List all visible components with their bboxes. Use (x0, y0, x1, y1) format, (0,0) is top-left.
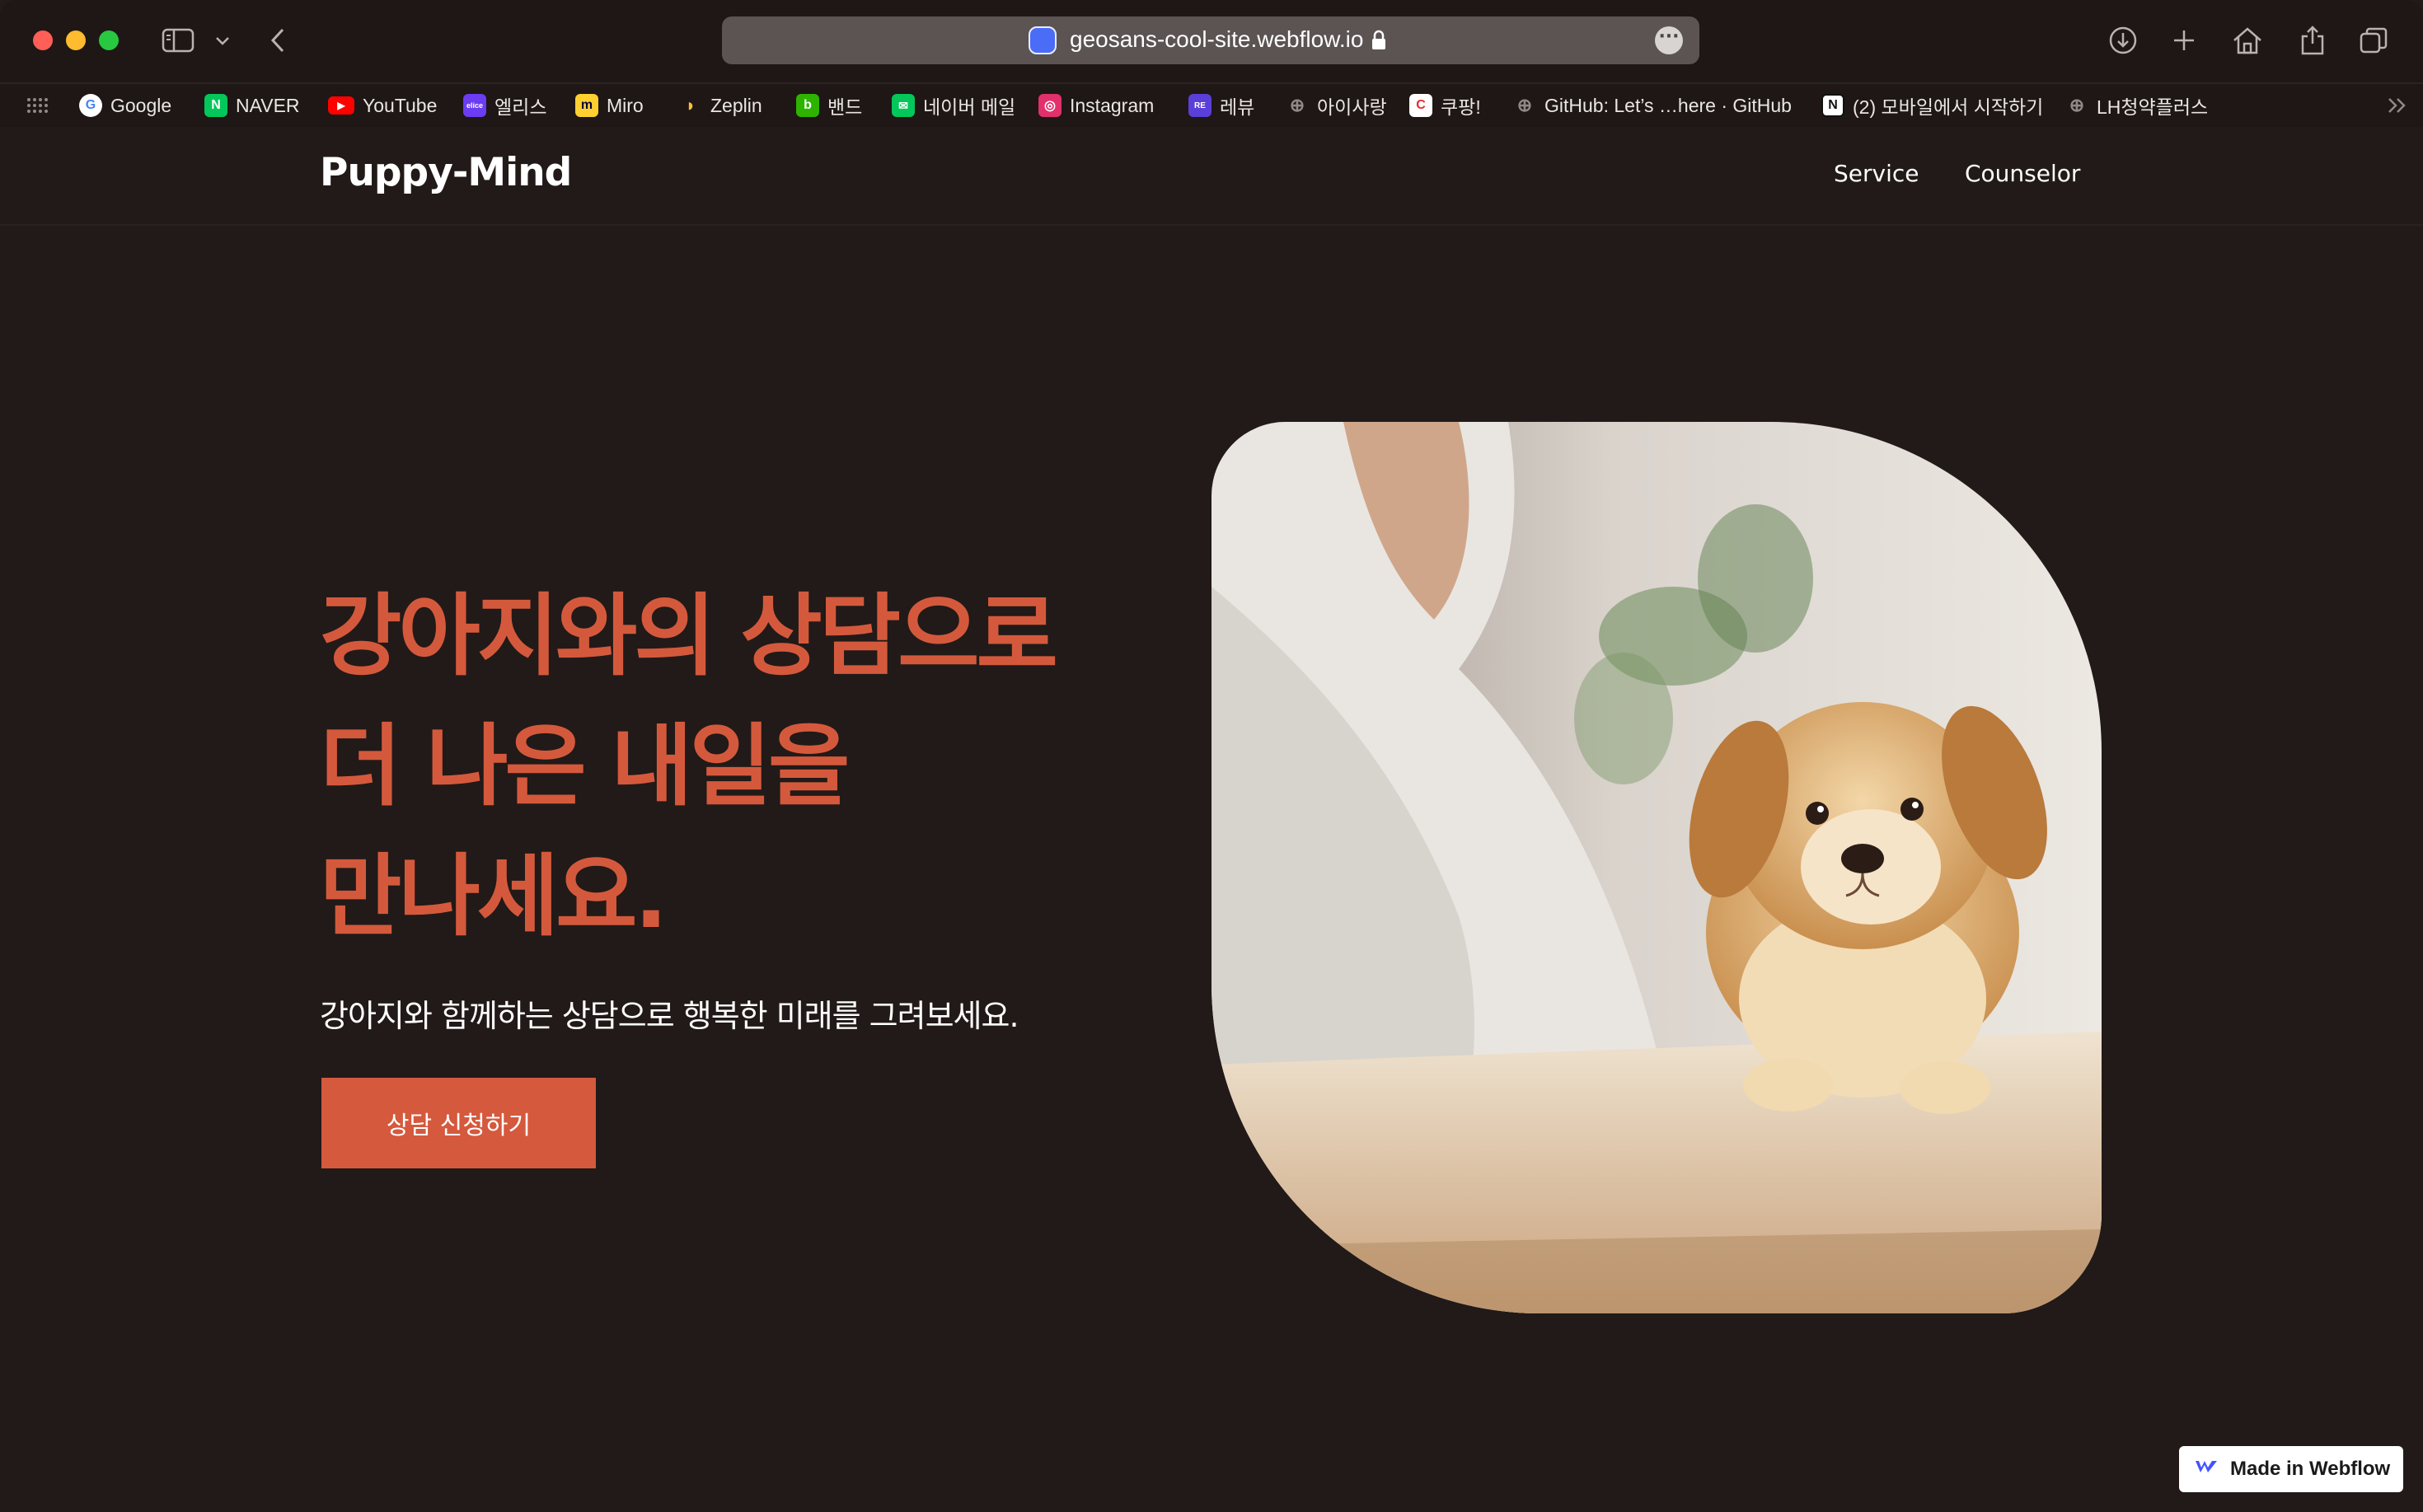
zeplin-icon: ◗ (685, 95, 696, 115)
bookmark-label: NAVER (236, 94, 300, 116)
instagram-icon: ◎ (1038, 94, 1062, 117)
bookmark-notion[interactable]: N (2) 모바일에서 시작하기 (1821, 92, 2043, 119)
hero-title-line: 강아지와의 상담으로 (320, 585, 1058, 688)
bookmark-aisarang[interactable]: ⊕ 아이사랑 (1286, 92, 1387, 119)
chevron-down-icon[interactable] (213, 21, 232, 59)
band-icon: b (796, 94, 819, 117)
bookmark-label: LH청약플러스 (2097, 96, 2209, 118)
bookmark-youtube[interactable]: ▶ YouTube (328, 92, 437, 119)
bookmark-label: Miro (607, 94, 644, 116)
bookmark-label: 쿠팡! (1441, 96, 1481, 118)
bookmark-label: 엘리스 (494, 96, 547, 118)
bookmark-label: YouTube (363, 94, 438, 116)
hero-title: 강아지와의 상담으로 더 나은 내일을 만나세요. (320, 572, 1127, 962)
nav-link-service[interactable]: Service (1834, 160, 1919, 187)
bookmark-google[interactable]: G Google (79, 92, 171, 119)
back-icon[interactable] (265, 21, 290, 59)
bookmark-band[interactable]: b 밴드 (796, 92, 862, 119)
bookmarks-overflow-icon[interactable] (2387, 92, 2408, 119)
consultation-request-button[interactable]: 상담 신청하기 (321, 1078, 596, 1168)
globe-icon: ⊕ (2069, 95, 2085, 115)
youtube-icon: ▶ (328, 96, 354, 115)
miro-icon: m (575, 94, 598, 117)
lock-icon (1371, 30, 1386, 51)
coupang-icon: C (1409, 94, 1432, 117)
bookmark-instagram[interactable]: ◎ Instagram (1038, 92, 1154, 119)
bookmark-revu[interactable]: RE 레뷰 (1188, 92, 1254, 119)
hero-title-line: 만나세요. (320, 845, 668, 948)
bookmark-zeplin[interactable]: ◗ Zeplin (679, 92, 762, 119)
bookmark-label: Instagram (1070, 94, 1155, 116)
badge-label: Made in Webflow (2230, 1458, 2391, 1480)
new-tab-icon[interactable] (2168, 21, 2200, 59)
globe-icon: ⊕ (1289, 95, 1305, 115)
tabs-overview-icon[interactable] (2357, 21, 2390, 59)
bookmarks-bar: G Google N NAVER ▶ YouTube elice 엘리스 m Miro ◗… (0, 84, 2423, 127)
naver-mail-icon: ✉ (892, 94, 915, 117)
bookmark-label: GitHub: Let’s …here · GitHub (1544, 94, 1792, 116)
bookmark-lh[interactable]: ⊕ LH청약플러스 (2065, 92, 2208, 119)
made-in-webflow-badge[interactable]: Made in Webflow (2179, 1446, 2403, 1492)
hero-subtitle: 강아지와 함께하는 상담으로 행복한 미래를 그려보세요. (320, 998, 1019, 1034)
bookmark-label: 레뷰 (1220, 96, 1255, 118)
bookmark-coupang[interactable]: C 쿠팡! (1409, 92, 1481, 119)
sidebar-toggle-icon[interactable] (160, 21, 196, 59)
bookmark-label: 밴드 (827, 96, 863, 118)
bookmark-github[interactable]: ⊕ GitHub: Let’s …here · GitHub (1513, 92, 1792, 119)
bookmark-label: (2) 모바일에서 시작하기 (1853, 96, 2044, 118)
site-logo[interactable]: Puppy-Mind (320, 150, 572, 195)
puppy-counseling-illustration (1212, 422, 2102, 1313)
hero-title-line: 더 나은 내일을 (320, 715, 850, 818)
hero-puppy-image (1212, 422, 2102, 1313)
close-window-button[interactable] (33, 30, 53, 50)
download-icon[interactable] (2107, 21, 2139, 59)
bookmark-label: 네이버 메일 (923, 96, 1016, 118)
site-favicon-icon (1029, 26, 1057, 54)
nav-divider (0, 224, 2423, 226)
apps-grid-icon[interactable] (26, 92, 48, 119)
google-icon: G (79, 94, 102, 117)
browser-toolbar: geosans-cool-site.webflow.io ··· (0, 0, 2423, 82)
notion-icon: N (1821, 94, 1844, 117)
bookmark-naver-mail[interactable]: ✉ 네이버 메일 (892, 92, 1015, 119)
minimize-window-button[interactable] (66, 30, 86, 50)
bookmark-label: 아이사랑 (1317, 96, 1387, 118)
bookmark-label: Google (110, 94, 172, 116)
address-bar[interactable]: geosans-cool-site.webflow.io ··· (722, 16, 1699, 64)
share-icon[interactable] (2296, 21, 2329, 59)
bookmark-naver[interactable]: N NAVER (204, 92, 300, 119)
revu-icon: RE (1188, 94, 1212, 117)
nav-link-counselor[interactable]: Counselor (1965, 160, 2080, 187)
web-page: Puppy-Mind Service Counselor 강아지와의 상담으로 … (0, 127, 2423, 1512)
naver-icon: N (204, 94, 227, 117)
home-icon[interactable] (2230, 21, 2265, 59)
globe-icon: ⊕ (1516, 95, 1533, 115)
bookmark-label: Zeplin (710, 94, 762, 116)
elice-icon: elice (463, 94, 486, 117)
webflow-logo-icon (2194, 1458, 2219, 1481)
bookmark-miro[interactable]: m Miro (575, 92, 644, 119)
zoom-window-button[interactable] (99, 30, 119, 50)
url-text: geosans-cool-site.webflow.io (1070, 26, 1364, 52)
browser-window: geosans-cool-site.webflow.io ··· G Google… (0, 0, 2423, 1512)
more-options-icon[interactable]: ··· (1655, 26, 1683, 54)
bookmark-elice[interactable]: elice 엘리스 (463, 92, 546, 119)
